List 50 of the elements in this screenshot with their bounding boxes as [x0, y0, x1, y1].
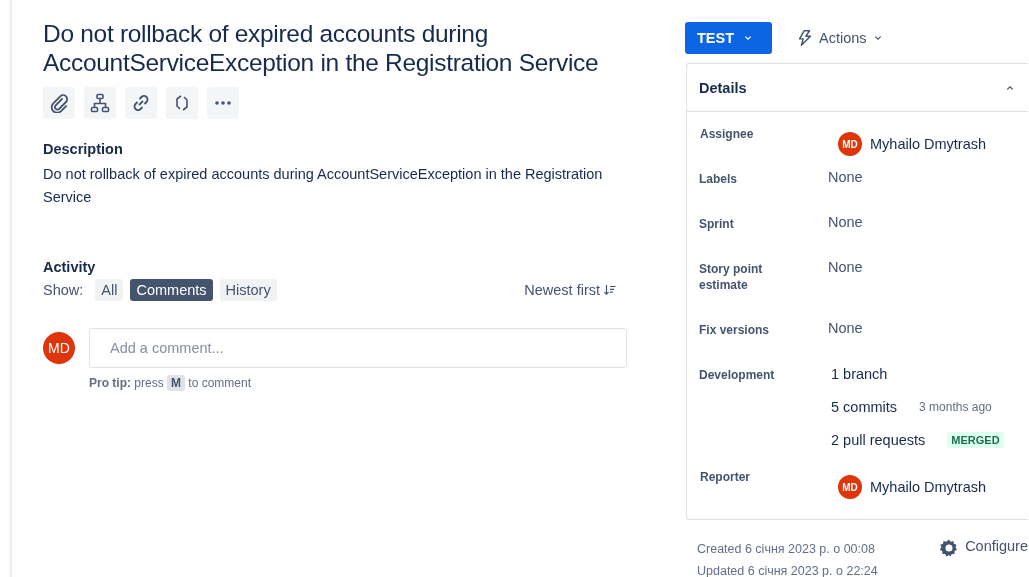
section-heading: Description [43, 141, 124, 157]
user-name[interactable]: Myhailo Dmytrash [870, 479, 987, 495]
comment-field[interactable]: Add a comment... [89, 328, 627, 368]
toolbar-button[interactable] [166, 87, 198, 119]
keyboard-key: M [167, 375, 185, 391]
user-avatar: MD [838, 475, 862, 499]
section-heading: Activity [43, 259, 97, 275]
show-label: Show: [43, 282, 84, 298]
created-date: Created 6 січня 2023 р. о 00:08 [697, 541, 876, 558]
field-value[interactable]: None [828, 319, 863, 336]
field-label: Story point estimate [699, 261, 764, 293]
toolbar-button[interactable] [207, 87, 239, 119]
actions-button[interactable]: Actions [786, 29, 894, 47]
toolbar-button[interactable] [84, 87, 116, 119]
field-value[interactable]: None [828, 213, 863, 230]
filter-tab[interactable]: History [219, 279, 277, 301]
updated-date: Updated 6 січня 2023 р. о 22:24 [697, 563, 878, 577]
sort-button[interactable]: Newest first [524, 282, 629, 298]
development-link[interactable]: 1 branch [831, 365, 888, 382]
pro-tip-text: Pro tip: press M to comment [89, 376, 253, 390]
link-icon [131, 93, 151, 113]
paperclip-icon [49, 93, 69, 113]
timestamp: 3 months ago [919, 399, 992, 414]
user-avatar: MD [43, 332, 75, 364]
field-label: Labels [699, 171, 738, 187]
field-value[interactable]: None [828, 258, 863, 275]
filter-tab[interactable]: Comments [130, 279, 213, 301]
toolbar-button[interactable] [43, 87, 75, 119]
field-label: Assignee [700, 126, 755, 142]
field-label: Reporter [700, 469, 751, 485]
user-name[interactable]: Myhailo Dmytrash [870, 136, 987, 152]
details-header[interactable]: Details [687, 64, 1028, 112]
more-icon [215, 101, 231, 105]
configure-button[interactable]: Configure [939, 538, 1028, 577]
development-link[interactable]: 2 pull requests [831, 431, 926, 448]
filter-tab[interactable]: All [95, 279, 124, 301]
sort-icon [603, 283, 617, 297]
toolbar-button[interactable] [125, 87, 157, 119]
status-button[interactable]: TEST [685, 22, 773, 54]
field-label: Sprint [699, 216, 735, 232]
field-value[interactable]: None [828, 168, 863, 185]
hierarchy-icon [90, 93, 110, 113]
issue-title: Do not rollback of expired accounts during AccountServiceException in the Registration Service [43, 19, 600, 77]
description-text: Do not rollback of expired accounts during AccountServiceException in the Registration Service [43, 165, 604, 207]
status-lozenge: MERGED [947, 431, 1004, 448]
development-link[interactable]: 5 commits [831, 398, 898, 415]
settings-icon [939, 538, 960, 558]
field-label: Development [699, 367, 776, 384]
user-avatar: MD [838, 132, 862, 156]
field-label: Fix versions [699, 322, 771, 338]
